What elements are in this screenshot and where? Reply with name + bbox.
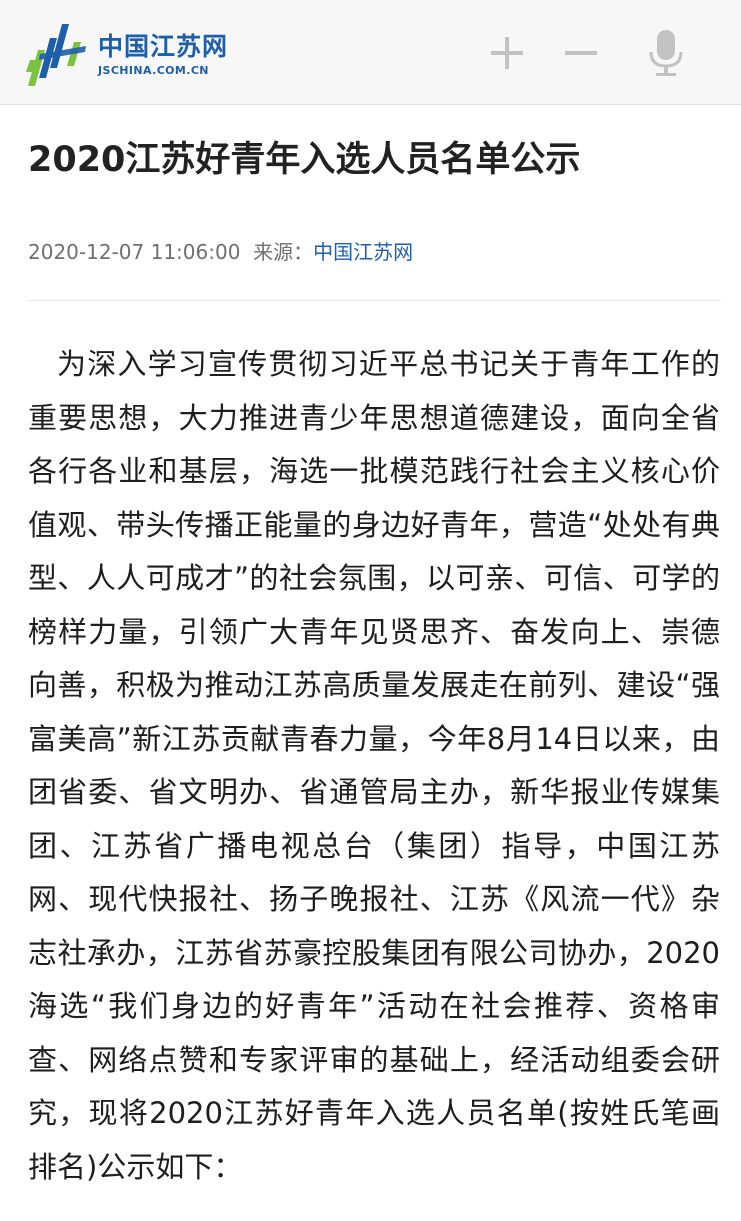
article-title: 2020江苏好青年入选人员名单公示 — [28, 140, 581, 180]
article-paragraph: 为深入学习宣传贯彻习近平总书记关于青年工作的重要思想，大力推进青少年思想道德建设… — [28, 347, 720, 1184]
voice-read-button[interactable] — [644, 28, 688, 78]
article-meta: 2020-12-07 11:06:00 来源：中国江苏网 — [28, 236, 413, 268]
jschina-logo-icon[interactable] — [24, 18, 92, 88]
font-increase-button[interactable] — [485, 28, 529, 78]
logo-text: 中国江苏网 JSCHINA.COM.CN — [98, 32, 228, 78]
logo-domain: JSCHINA.COM.CN — [98, 64, 209, 77]
source-label: 来源： — [253, 240, 314, 264]
plus-icon — [491, 37, 523, 69]
logo-chinese: 中国江苏网 — [98, 32, 229, 61]
article-body: 为深入学习宣传贯彻习近平总书记关于青年工作的重要思想，大力推进青少年思想道德建设… — [28, 338, 720, 1194]
source-link[interactable]: 中国江苏网 — [313, 240, 413, 264]
font-decrease-button[interactable] — [559, 28, 603, 78]
meta-divider — [28, 300, 721, 301]
app-header: 中国江苏网 JSCHINA.COM.CN — [0, 0, 741, 105]
publish-datetime: 2020-12-07 11:06:00 — [28, 240, 241, 264]
minus-icon — [565, 51, 597, 55]
microphone-icon — [649, 30, 683, 76]
